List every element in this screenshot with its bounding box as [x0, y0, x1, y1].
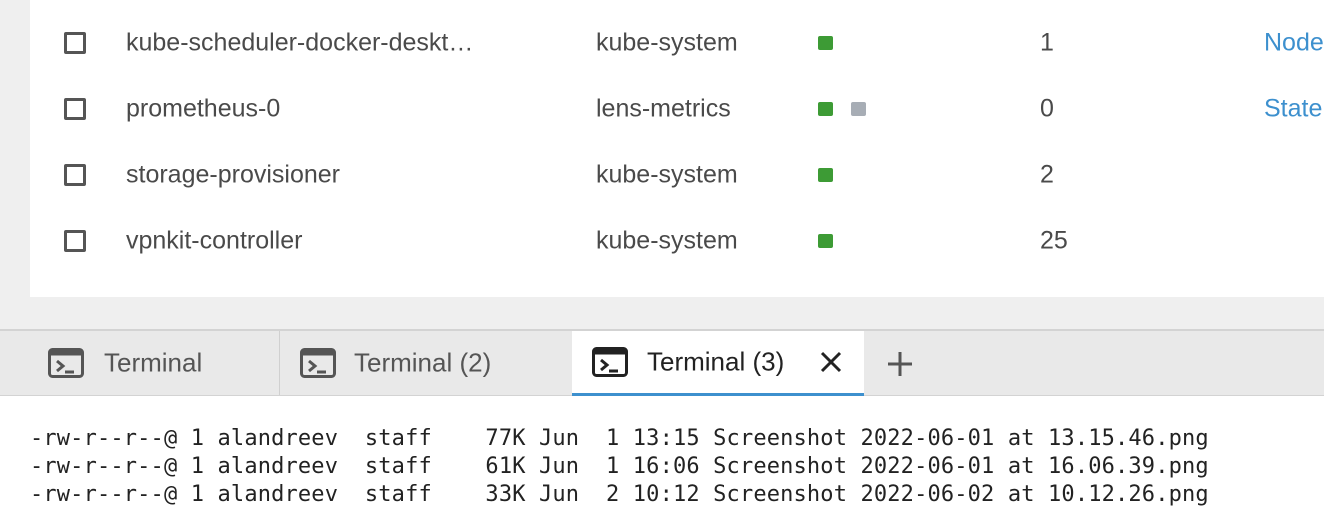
container-status-running — [818, 102, 833, 116]
table-row[interactable]: kube-scheduler-docker-deskt… kube-system… — [30, 10, 1324, 76]
table-row[interactable]: prometheus-0 lens-metrics 0 State — [30, 76, 1324, 142]
tab-terminal-2[interactable]: Terminal (2) — [280, 331, 571, 395]
pod-controlled-by-link[interactable]: State — [1264, 95, 1322, 124]
row-checkbox[interactable] — [64, 164, 86, 186]
pod-restarts: 0 — [1040, 94, 1054, 123]
row-checkbox[interactable] — [64, 98, 86, 120]
table-row[interactable]: storage-provisioner kube-system 2 — [30, 142, 1324, 208]
terminal-icon — [300, 348, 336, 378]
pod-containers — [818, 234, 833, 248]
terminal-line: -rw-r--r--@ 1 alandreev staff 77K Jun 1 … — [30, 426, 1209, 451]
terminal-output[interactable]: -rw-r--r--@ 1 alandreev staff 77K Jun 1 … — [0, 396, 1324, 516]
tab-terminal-3[interactable]: Terminal (3) — [572, 331, 864, 396]
pod-restarts: 2 — [1040, 160, 1054, 189]
container-status-waiting — [851, 102, 866, 116]
pod-namespace: kube-system — [596, 28, 738, 57]
pod-name[interactable]: storage-provisioner — [126, 161, 506, 190]
tab-label: Terminal — [104, 347, 203, 378]
terminal-line: -rw-r--r--@ 1 alandreev staff 61K Jun 1 … — [30, 454, 1209, 479]
pod-containers — [818, 36, 833, 50]
plus-icon[interactable] — [886, 350, 914, 378]
pod-name[interactable]: prometheus-0 — [126, 95, 506, 124]
pod-namespace: kube-system — [596, 160, 738, 189]
tab-label: Terminal (3) — [647, 346, 785, 377]
pod-name[interactable]: kube-scheduler-docker-deskt… — [126, 29, 506, 58]
container-status-running — [818, 168, 833, 182]
pod-restarts: 25 — [1040, 226, 1068, 255]
dock-tab-bar: Terminal Terminal (2) Terminal (3) — [0, 331, 1324, 396]
terminal-icon — [592, 347, 628, 377]
pod-namespace: kube-system — [596, 226, 738, 255]
pod-containers — [818, 168, 833, 182]
pod-namespace: lens-metrics — [596, 94, 731, 123]
tab-terminal-1[interactable]: Terminal — [0, 331, 279, 395]
pod-controlled-by-link[interactable]: Node — [1264, 29, 1324, 58]
close-icon[interactable] — [820, 351, 842, 373]
container-status-running — [818, 234, 833, 248]
pod-restarts: 1 — [1040, 28, 1054, 57]
row-checkbox[interactable] — [64, 230, 86, 252]
terminal-line: -rw-r--r--@ 1 alandreev staff 33K Jun 2 … — [30, 482, 1209, 507]
pod-name[interactable]: vpnkit-controller — [126, 227, 506, 256]
table-row[interactable]: vpnkit-controller kube-system 25 — [30, 208, 1324, 274]
container-status-running — [818, 36, 833, 50]
terminal-icon — [48, 348, 84, 378]
tab-label: Terminal (2) — [354, 347, 492, 378]
row-checkbox[interactable] — [64, 32, 86, 54]
pod-containers — [818, 102, 866, 116]
pods-table: kube-scheduler-docker-deskt… kube-system… — [30, 0, 1324, 297]
